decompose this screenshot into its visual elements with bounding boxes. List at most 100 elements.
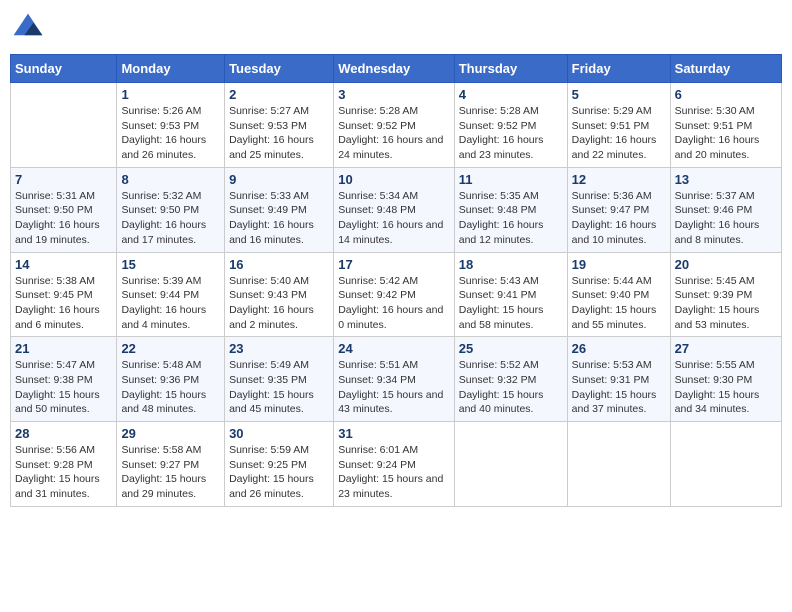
calendar-header: SundayMondayTuesdayWednesdayThursdayFrid…: [11, 55, 782, 83]
calendar-cell: [454, 422, 567, 507]
day-info: Sunrise: 5:53 AMSunset: 9:31 PMDaylight:…: [572, 358, 666, 417]
header-cell-tuesday: Tuesday: [225, 55, 334, 83]
calendar-cell: 25Sunrise: 5:52 AMSunset: 9:32 PMDayligh…: [454, 337, 567, 422]
calendar-cell: 9 Sunrise: 5:33 AMSunset: 9:49 PMDaylight…: [225, 167, 334, 252]
header: [10, 10, 782, 46]
calendar-cell: 12 Sunrise: 5:36 AMSunset: 9:47 PMDayligh…: [567, 167, 670, 252]
calendar-cell: 13Sunrise: 5:37 AMSunset: 9:46 PMDayligh…: [670, 167, 781, 252]
calendar-cell: 16 Sunrise: 5:40 AMSunset: 9:43 PMDayligh…: [225, 252, 334, 337]
calendar-cell: 28 Sunrise: 5:56 AMSunset: 9:28 PMDayligh…: [11, 422, 117, 507]
day-number: 29: [121, 426, 220, 441]
calendar-cell: 21Sunrise: 5:47 AMSunset: 9:38 PMDayligh…: [11, 337, 117, 422]
day-info: Sunrise: 5:48 AMSunset: 9:36 PMDaylight:…: [121, 358, 220, 417]
calendar-cell: 14 Sunrise: 5:38 AMSunset: 9:45 PMDayligh…: [11, 252, 117, 337]
day-number: 30: [229, 426, 329, 441]
day-info: Sunrise: 5:32 AMSunset: 9:50 PMDaylight:…: [121, 189, 220, 248]
calendar-cell: [670, 422, 781, 507]
day-info: Sunrise: 5:49 AMSunset: 9:35 PMDaylight:…: [229, 358, 329, 417]
day-number: 26: [572, 341, 666, 356]
day-info: Sunrise: 5:55 AMSunset: 9:30 PMDaylight:…: [675, 358, 777, 417]
day-number: 6: [675, 87, 777, 102]
day-number: 15: [121, 257, 220, 272]
day-info: Sunrise: 5:42 AMSunset: 9:42 PMDaylight:…: [338, 274, 450, 333]
calendar-cell: 5 Sunrise: 5:29 AMSunset: 9:51 PMDaylight…: [567, 83, 670, 168]
header-cell-wednesday: Wednesday: [334, 55, 455, 83]
header-row: SundayMondayTuesdayWednesdayThursdayFrid…: [11, 55, 782, 83]
day-info: Sunrise: 5:40 AMSunset: 9:43 PMDaylight:…: [229, 274, 329, 333]
calendar-cell: 7Sunrise: 5:31 AMSunset: 9:50 PMDaylight…: [11, 167, 117, 252]
day-number: 24: [338, 341, 450, 356]
day-info: Sunrise: 5:59 AMSunset: 9:25 PMDaylight:…: [229, 443, 329, 502]
calendar-cell: 22 Sunrise: 5:48 AMSunset: 9:36 PMDayligh…: [117, 337, 225, 422]
calendar-cell: 29 Sunrise: 5:58 AMSunset: 9:27 PMDayligh…: [117, 422, 225, 507]
calendar-cell: 3 Sunrise: 5:28 AMSunset: 9:52 PMDaylight…: [334, 83, 455, 168]
day-number: 31: [338, 426, 450, 441]
calendar-table: SundayMondayTuesdayWednesdayThursdayFrid…: [10, 54, 782, 507]
day-info: Sunrise: 5:43 AMSunset: 9:41 PMDaylight:…: [459, 274, 563, 333]
header-cell-monday: Monday: [117, 55, 225, 83]
day-info: Sunrise: 6:01 AMSunset: 9:24 PMDaylight:…: [338, 443, 450, 502]
calendar-cell: 23 Sunrise: 5:49 AMSunset: 9:35 PMDayligh…: [225, 337, 334, 422]
day-number: 16: [229, 257, 329, 272]
logo-icon: [10, 10, 46, 46]
calendar-cell: 15 Sunrise: 5:39 AMSunset: 9:44 PMDayligh…: [117, 252, 225, 337]
day-number: 12: [572, 172, 666, 187]
day-info: Sunrise: 5:47 AMSunset: 9:38 PMDaylight:…: [15, 358, 112, 417]
day-info: Sunrise: 5:58 AMSunset: 9:27 PMDaylight:…: [121, 443, 220, 502]
calendar-cell: 31 Sunrise: 6:01 AMSunset: 9:24 PMDayligh…: [334, 422, 455, 507]
day-info: Sunrise: 5:26 AMSunset: 9:53 PMDaylight:…: [121, 104, 220, 163]
day-number: 17: [338, 257, 450, 272]
day-info: Sunrise: 5:38 AMSunset: 9:45 PMDaylight:…: [15, 274, 112, 333]
day-info: Sunrise: 5:34 AMSunset: 9:48 PMDaylight:…: [338, 189, 450, 248]
calendar-cell: 1 Sunrise: 5:26 AMSunset: 9:53 PMDaylight…: [117, 83, 225, 168]
day-info: Sunrise: 5:28 AMSunset: 9:52 PMDaylight:…: [338, 104, 450, 163]
calendar-cell: 20 Sunrise: 5:45 AMSunset: 9:39 PMDayligh…: [670, 252, 781, 337]
day-info: Sunrise: 5:29 AMSunset: 9:51 PMDaylight:…: [572, 104, 666, 163]
calendar-body: 1 Sunrise: 5:26 AMSunset: 9:53 PMDaylight…: [11, 83, 782, 507]
day-number: 9: [229, 172, 329, 187]
calendar-cell: 19 Sunrise: 5:44 AMSunset: 9:40 PMDayligh…: [567, 252, 670, 337]
day-number: 3: [338, 87, 450, 102]
calendar-cell: 10 Sunrise: 5:34 AMSunset: 9:48 PMDayligh…: [334, 167, 455, 252]
day-number: 14: [15, 257, 112, 272]
day-info: Sunrise: 5:39 AMSunset: 9:44 PMDaylight:…: [121, 274, 220, 333]
calendar-cell: [11, 83, 117, 168]
calendar-cell: 26 Sunrise: 5:53 AMSunset: 9:31 PMDayligh…: [567, 337, 670, 422]
day-number: 5: [572, 87, 666, 102]
week-row-1: 1 Sunrise: 5:26 AMSunset: 9:53 PMDaylight…: [11, 83, 782, 168]
day-number: 8: [121, 172, 220, 187]
day-info: Sunrise: 5:36 AMSunset: 9:47 PMDaylight:…: [572, 189, 666, 248]
day-info: Sunrise: 5:44 AMSunset: 9:40 PMDaylight:…: [572, 274, 666, 333]
calendar-cell: 17 Sunrise: 5:42 AMSunset: 9:42 PMDayligh…: [334, 252, 455, 337]
week-row-3: 14 Sunrise: 5:38 AMSunset: 9:45 PMDayligh…: [11, 252, 782, 337]
header-cell-sunday: Sunday: [11, 55, 117, 83]
calendar-cell: 11Sunrise: 5:35 AMSunset: 9:48 PMDayligh…: [454, 167, 567, 252]
day-number: 25: [459, 341, 563, 356]
day-info: Sunrise: 5:51 AMSunset: 9:34 PMDaylight:…: [338, 358, 450, 417]
day-number: 4: [459, 87, 563, 102]
calendar-cell: 6 Sunrise: 5:30 AMSunset: 9:51 PMDaylight…: [670, 83, 781, 168]
day-info: Sunrise: 5:45 AMSunset: 9:39 PMDaylight:…: [675, 274, 777, 333]
day-number: 19: [572, 257, 666, 272]
calendar-cell: 24 Sunrise: 5:51 AMSunset: 9:34 PMDayligh…: [334, 337, 455, 422]
day-info: Sunrise: 5:56 AMSunset: 9:28 PMDaylight:…: [15, 443, 112, 502]
header-cell-friday: Friday: [567, 55, 670, 83]
day-info: Sunrise: 5:33 AMSunset: 9:49 PMDaylight:…: [229, 189, 329, 248]
day-number: 20: [675, 257, 777, 272]
calendar-cell: 27 Sunrise: 5:55 AMSunset: 9:30 PMDayligh…: [670, 337, 781, 422]
day-info: Sunrise: 5:27 AMSunset: 9:53 PMDaylight:…: [229, 104, 329, 163]
day-number: 28: [15, 426, 112, 441]
day-number: 2: [229, 87, 329, 102]
day-number: 1: [121, 87, 220, 102]
day-number: 22: [121, 341, 220, 356]
day-number: 11: [459, 172, 563, 187]
day-number: 27: [675, 341, 777, 356]
header-cell-saturday: Saturday: [670, 55, 781, 83]
calendar-cell: 2 Sunrise: 5:27 AMSunset: 9:53 PMDaylight…: [225, 83, 334, 168]
day-number: 7: [15, 172, 112, 187]
calendar-cell: [567, 422, 670, 507]
day-info: Sunrise: 5:30 AMSunset: 9:51 PMDaylight:…: [675, 104, 777, 163]
day-number: 18: [459, 257, 563, 272]
day-number: 23: [229, 341, 329, 356]
day-number: 10: [338, 172, 450, 187]
